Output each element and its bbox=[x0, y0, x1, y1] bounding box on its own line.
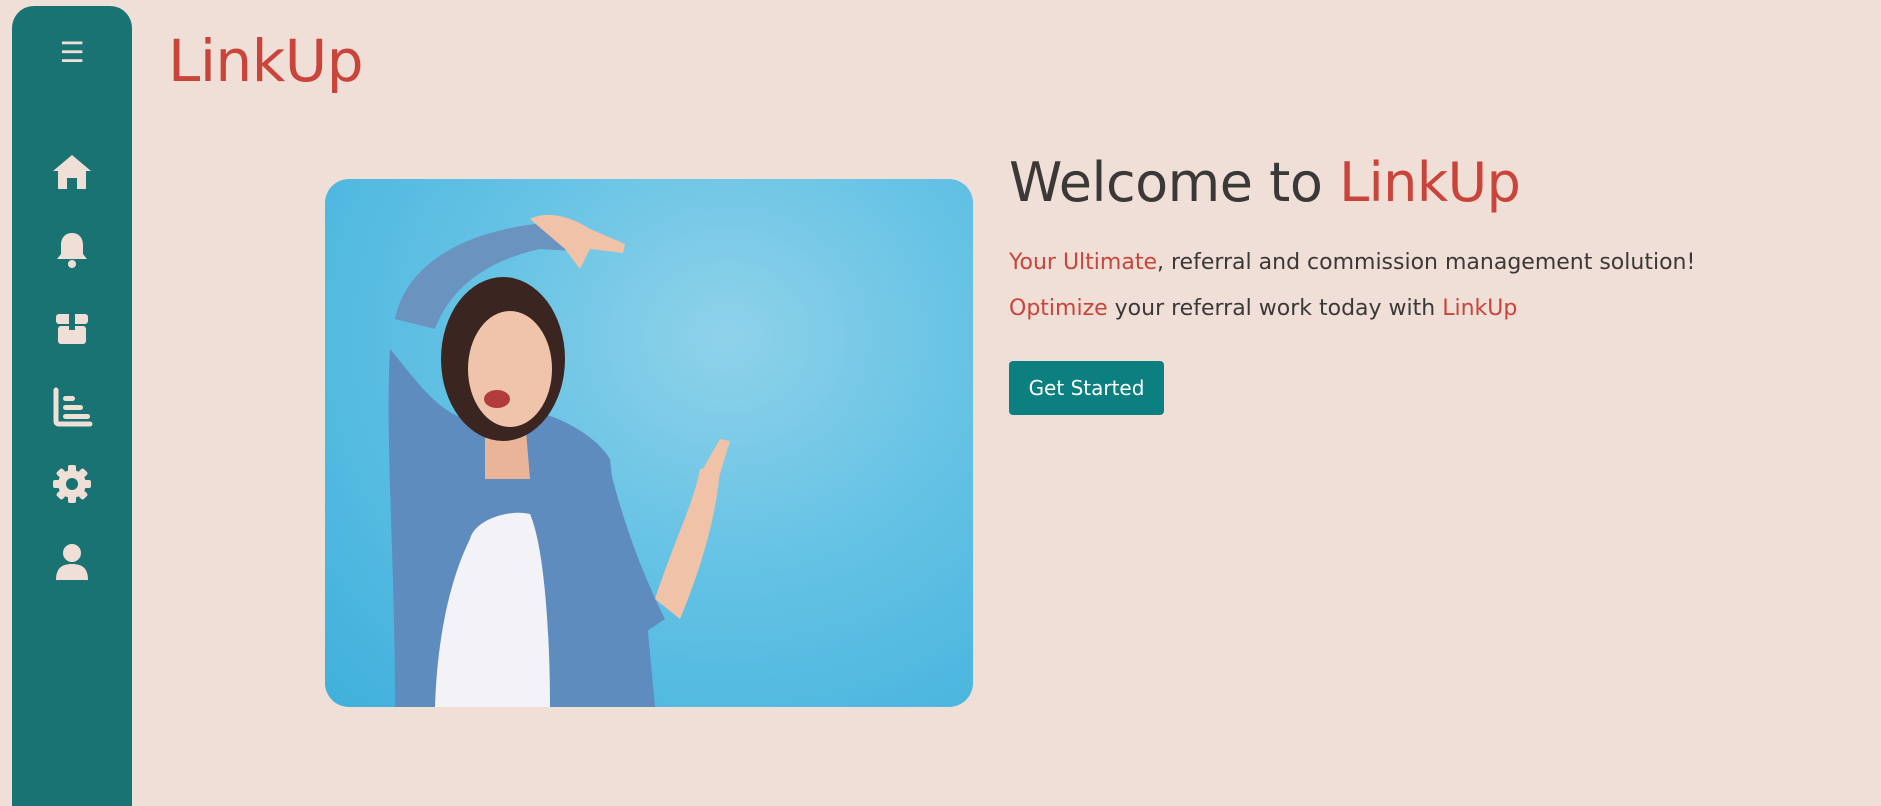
home-icon[interactable] bbox=[50, 150, 94, 194]
get-started-button[interactable]: Get Started bbox=[1009, 361, 1164, 415]
bell-icon[interactable] bbox=[50, 228, 94, 272]
hero-image bbox=[325, 179, 973, 707]
tagline-rest: , referral and commission management sol… bbox=[1156, 250, 1696, 275]
welcome-heading: Welcome to LinkUp bbox=[1009, 148, 1521, 218]
subtagline-mid: your referral work today with bbox=[1107, 296, 1443, 321]
hamburger-menu-icon[interactable]: ☰ bbox=[12, 36, 132, 70]
bar-chart-icon[interactable] bbox=[50, 384, 94, 428]
gear-icon[interactable] bbox=[50, 462, 94, 506]
welcome-brand: LinkUp bbox=[1339, 151, 1521, 214]
sidebar: ☰ bbox=[12, 6, 132, 806]
box-icon[interactable] bbox=[50, 306, 94, 350]
subtagline-brand: LinkUp bbox=[1442, 296, 1518, 321]
tagline: Your Ultimate, referral and commission m… bbox=[1009, 248, 1695, 278]
subtagline-accent: Optimize bbox=[1009, 296, 1108, 321]
app-logo[interactable]: LinkUp bbox=[168, 26, 364, 96]
welcome-prefix: Welcome to bbox=[1009, 151, 1340, 214]
subtagline: Optimize your referral work today with L… bbox=[1009, 294, 1517, 324]
tagline-accent: Your Ultimate bbox=[1009, 250, 1157, 275]
user-icon[interactable] bbox=[50, 540, 94, 584]
